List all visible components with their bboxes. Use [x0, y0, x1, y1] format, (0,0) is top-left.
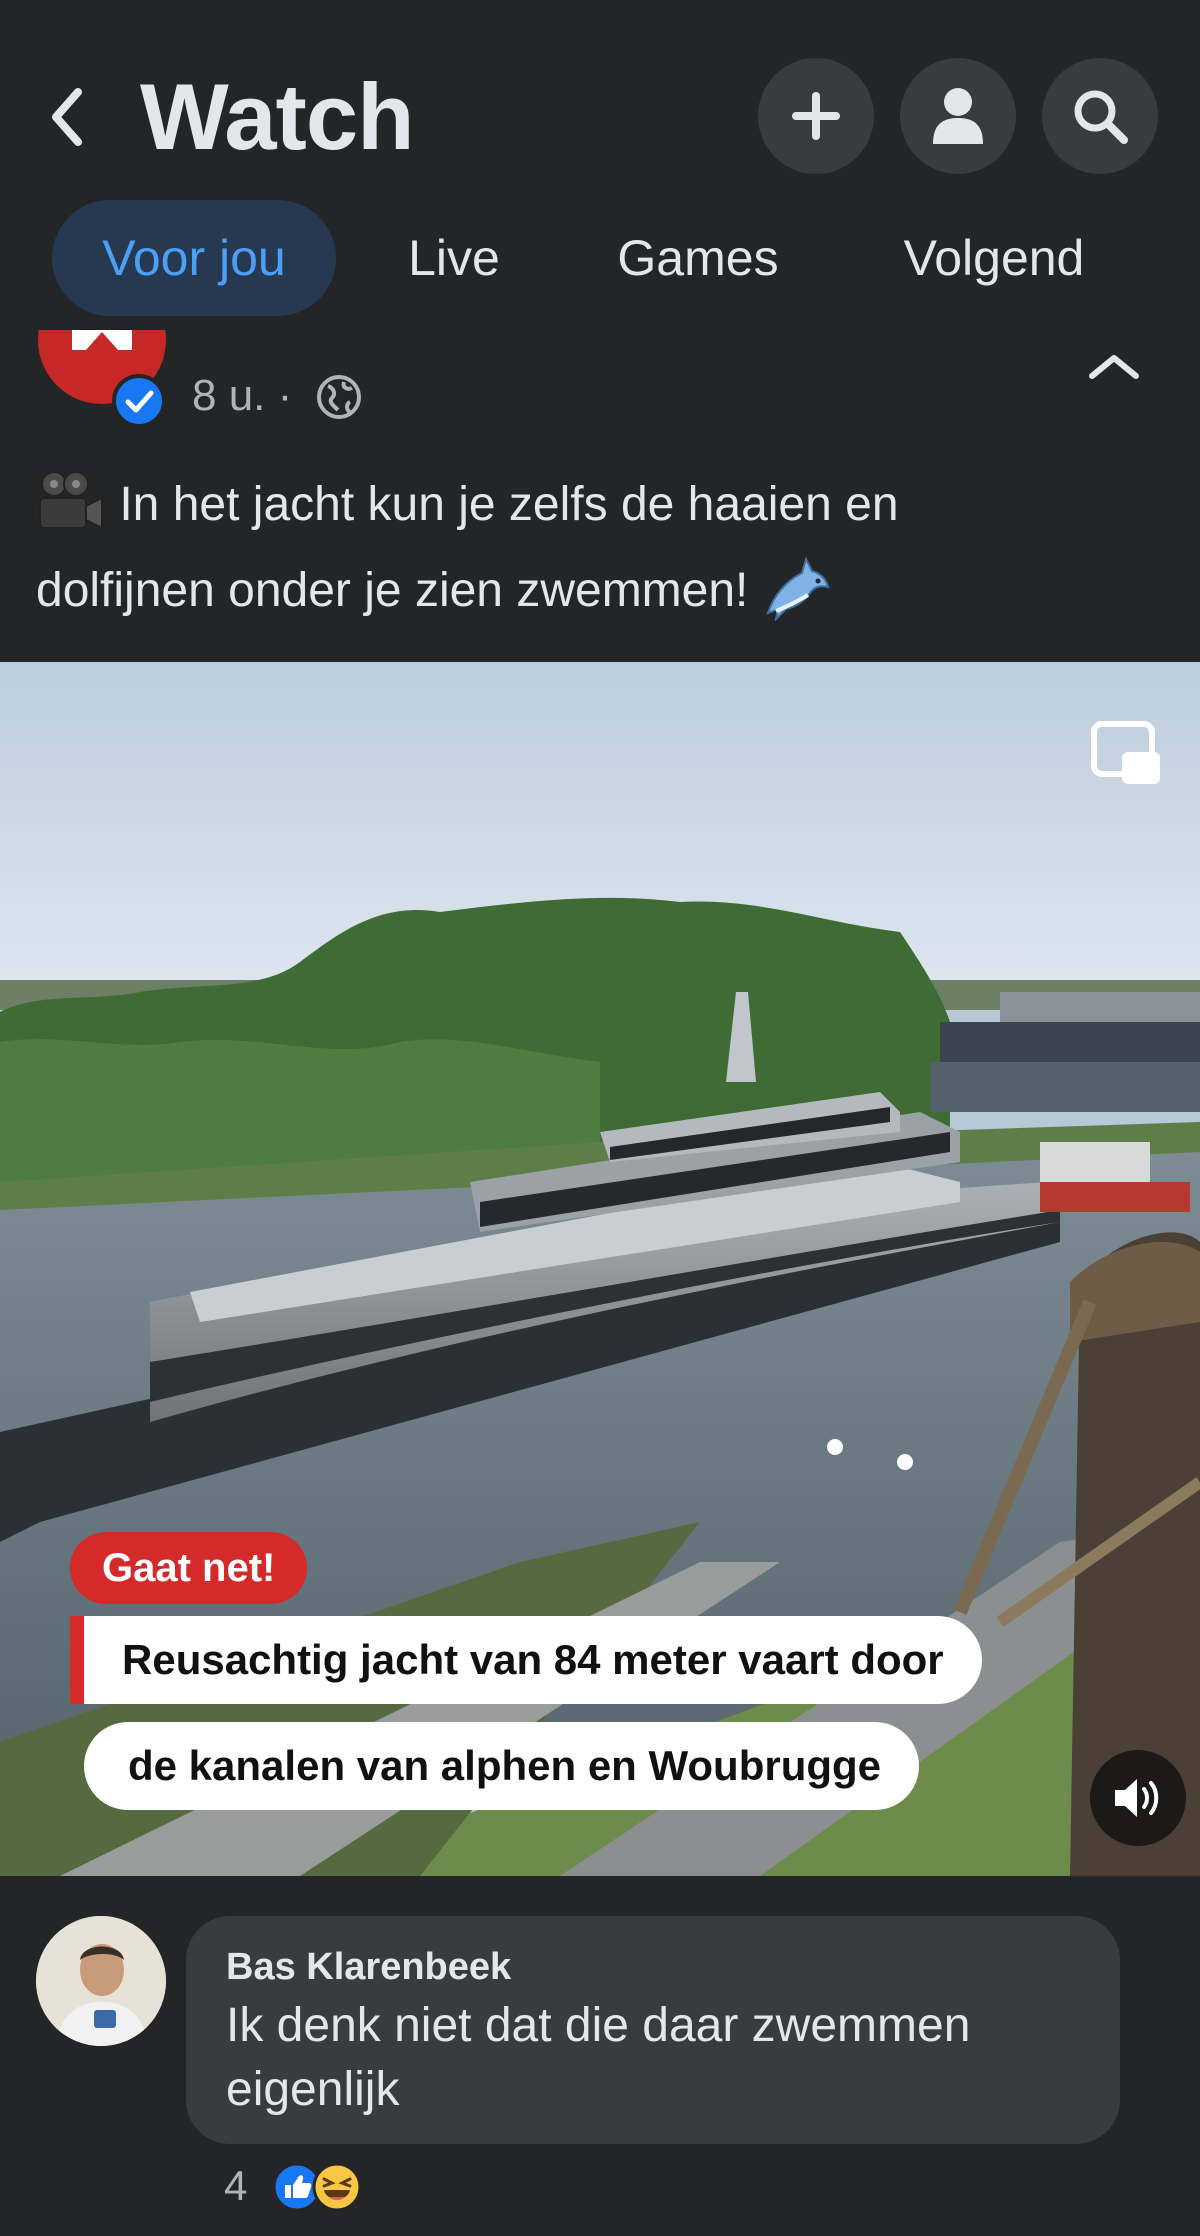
tab-live[interactable]: Live	[372, 200, 536, 316]
back-icon[interactable]	[44, 78, 88, 156]
app-header: Watch Voor jou Live Games Volgend	[0, 0, 1200, 330]
comment-bubble[interactable]: Bas Klarenbeek Ik denk niet dat die daar…	[186, 1916, 1120, 2144]
post-time: 8 u. ·	[192, 371, 293, 420]
video-headline-line-1: Reusachtig jacht van 84 meter vaart door	[70, 1616, 982, 1704]
page-title: Watch	[140, 64, 415, 169]
profile-icon	[933, 88, 983, 144]
sound-button[interactable]	[1090, 1750, 1186, 1846]
search-icon	[1074, 90, 1128, 144]
plus-icon	[792, 92, 840, 140]
comment-text: Ik denk niet dat die daar zwemmen eigenl…	[226, 1999, 971, 2116]
comment-section: Bas Klarenbeek Ik denk niet dat die daar…	[0, 1876, 1200, 2236]
caption-line-2: dolfijnen onder je zien zwemmen!	[36, 564, 749, 617]
post-header: 8 u. ·	[0, 330, 1200, 460]
movie-camera-emoji	[39, 471, 103, 530]
profile-button[interactable]	[900, 58, 1016, 174]
tab-volgend[interactable]: Volgend	[862, 200, 1126, 316]
create-button[interactable]	[758, 58, 874, 174]
caption-line-1: In het jacht kun je zelfs de haaien en	[119, 478, 899, 531]
picture-in-picture-icon[interactable]	[1090, 720, 1162, 786]
dolphin-emoji	[766, 556, 830, 622]
chevron-up-icon[interactable]	[1086, 352, 1142, 382]
commenter-avatar[interactable]	[36, 1916, 166, 2046]
haha-icon	[312, 2162, 362, 2212]
speaker-icon	[1115, 1779, 1159, 1817]
tab-bar: Voor jou Live Games Volgend	[0, 200, 1200, 320]
reaction-count: 4	[224, 2162, 248, 2209]
search-button[interactable]	[1042, 58, 1158, 174]
comment-author[interactable]: Bas Klarenbeek	[226, 1942, 511, 1992]
tab-voor-jou[interactable]: Voor jou	[52, 200, 336, 316]
tab-games[interactable]: Games	[580, 200, 816, 316]
video-player[interactable]: Gaat net! Reusachtig jacht van 84 meter …	[0, 662, 1200, 1876]
video-headline-line-2: de kanalen van alphen en Woubrugge	[84, 1722, 920, 1810]
verified-icon	[112, 374, 166, 428]
globe-icon	[317, 375, 361, 419]
breaking-badge: Gaat net!	[70, 1532, 308, 1604]
post-caption: In het jacht kun je zelfs de haaien en d…	[36, 462, 1166, 634]
